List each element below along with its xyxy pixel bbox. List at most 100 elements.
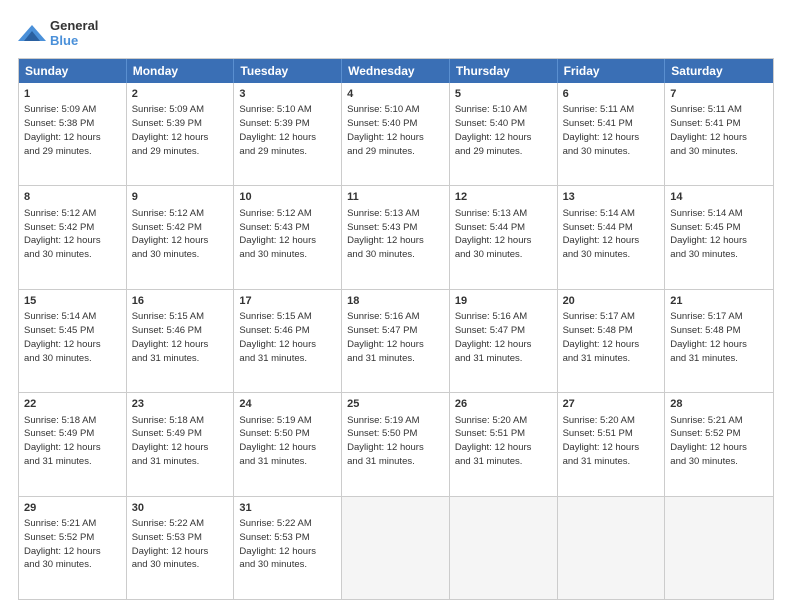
calendar-cell: 17Sunrise: 5:15 AM Sunset: 5:46 PM Dayli…: [234, 290, 342, 392]
calendar-week-row: 8 Sunrise: 5:12 AM Sunset: 5:42 PM Daylig…: [19, 185, 773, 288]
calendar-cell: 2Sunrise: 5:09 AM Sunset: 5:39 PM Daylig…: [127, 83, 235, 185]
calendar-header-cell: Thursday: [450, 59, 558, 83]
header: General Blue: [18, 18, 774, 48]
cell-text: Sunrise: 5:12 AM Sunset: 5:42 PM Dayligh…: [132, 207, 229, 262]
day-number: 3: [239, 87, 336, 102]
calendar-cell: 29Sunrise: 5:21 AM Sunset: 5:52 PM Dayli…: [19, 497, 127, 599]
day-number: 9: [132, 190, 229, 205]
calendar-week-row: 1Sunrise: 5:09 AM Sunset: 5:38 PM Daylig…: [19, 83, 773, 185]
calendar-header-cell: Friday: [558, 59, 666, 83]
calendar-cell: 11 Sunrise: 5:13 AM Sunset: 5:43 PM Dayli…: [342, 186, 450, 288]
day-number: 30: [132, 501, 229, 516]
calendar-cell: [342, 497, 450, 599]
cell-text: Sunrise: 5:19 AM Sunset: 5:50 PM Dayligh…: [239, 414, 336, 469]
cell-text: Sunrise: 5:21 AM Sunset: 5:52 PM Dayligh…: [24, 517, 121, 572]
calendar-cell: 25 Sunrise: 5:19 AM Sunset: 5:50 PM Dayli…: [342, 393, 450, 495]
day-number: 21: [670, 294, 768, 309]
cell-text: Sunrise: 5:18 AM Sunset: 5:49 PM Dayligh…: [24, 414, 121, 469]
calendar-cell: 1Sunrise: 5:09 AM Sunset: 5:38 PM Daylig…: [19, 83, 127, 185]
day-number: 7: [670, 87, 768, 102]
cell-text: Sunrise: 5:10 AM Sunset: 5:39 PM Dayligh…: [239, 103, 336, 158]
calendar-cell: 30Sunrise: 5:22 AM Sunset: 5:53 PM Dayli…: [127, 497, 235, 599]
cell-text: Sunrise: 5:20 AM Sunset: 5:51 PM Dayligh…: [563, 414, 660, 469]
cell-text: Sunrise: 5:10 AM Sunset: 5:40 PM Dayligh…: [347, 103, 444, 158]
calendar-cell: 16Sunrise: 5:15 AM Sunset: 5:46 PM Dayli…: [127, 290, 235, 392]
page: General Blue SundayMondayTuesdayWednesda…: [0, 0, 792, 612]
calendar-header-row: SundayMondayTuesdayWednesdayThursdayFrid…: [19, 59, 773, 83]
cell-text: Sunrise: 5:10 AM Sunset: 5:40 PM Dayligh…: [455, 103, 552, 158]
cell-text: Sunrise: 5:14 AM Sunset: 5:45 PM Dayligh…: [24, 310, 121, 365]
day-number: 13: [563, 190, 660, 205]
calendar-cell: [450, 497, 558, 599]
calendar-cell: [558, 497, 666, 599]
day-number: 10: [239, 190, 336, 205]
cell-text: Sunrise: 5:16 AM Sunset: 5:47 PM Dayligh…: [455, 310, 552, 365]
logo-icon: [18, 21, 46, 45]
day-number: 29: [24, 501, 121, 516]
cell-text: Sunrise: 5:20 AM Sunset: 5:51 PM Dayligh…: [455, 414, 552, 469]
calendar-cell: 20Sunrise: 5:17 AM Sunset: 5:48 PM Dayli…: [558, 290, 666, 392]
calendar-cell: [665, 497, 773, 599]
calendar-cell: 8Sunrise: 5:12 AM Sunset: 5:42 PM Daylig…: [19, 186, 127, 288]
day-number: 27: [563, 397, 660, 412]
day-number: 28: [670, 397, 768, 412]
cell-text: Sunrise: 5:22 AM Sunset: 5:53 PM Dayligh…: [132, 517, 229, 572]
calendar-cell: 28Sunrise: 5:21 AM Sunset: 5:52 PM Dayli…: [665, 393, 773, 495]
day-number: 22: [24, 397, 121, 412]
calendar-cell: 9 Sunrise: 5:12 AM Sunset: 5:42 PM Daylig…: [127, 186, 235, 288]
cell-text: Sunrise: 5:22 AM Sunset: 5:53 PM Dayligh…: [239, 517, 336, 572]
day-number: 1: [24, 87, 121, 102]
cell-text: Sunrise: 5:13 AM Sunset: 5:44 PM Dayligh…: [455, 207, 552, 262]
calendar-cell: 23Sunrise: 5:18 AM Sunset: 5:49 PM Dayli…: [127, 393, 235, 495]
calendar: SundayMondayTuesdayWednesdayThursdayFrid…: [18, 58, 774, 600]
day-number: 20: [563, 294, 660, 309]
cell-text: Sunrise: 5:09 AM Sunset: 5:38 PM Dayligh…: [24, 103, 121, 158]
day-number: 12: [455, 190, 552, 205]
cell-text: Sunrise: 5:13 AM Sunset: 5:43 PM Dayligh…: [347, 207, 444, 262]
day-number: 4: [347, 87, 444, 102]
calendar-cell: 6Sunrise: 5:11 AM Sunset: 5:41 PM Daylig…: [558, 83, 666, 185]
day-number: 14: [670, 190, 768, 205]
day-number: 18: [347, 294, 444, 309]
calendar-body: 1Sunrise: 5:09 AM Sunset: 5:38 PM Daylig…: [19, 83, 773, 599]
day-number: 2: [132, 87, 229, 102]
calendar-cell: 7Sunrise: 5:11 AM Sunset: 5:41 PM Daylig…: [665, 83, 773, 185]
cell-text: Sunrise: 5:15 AM Sunset: 5:46 PM Dayligh…: [239, 310, 336, 365]
calendar-cell: 26 Sunrise: 5:20 AM Sunset: 5:51 PM Dayli…: [450, 393, 558, 495]
day-number: 5: [455, 87, 552, 102]
day-number: 26: [455, 397, 552, 412]
calendar-cell: 19Sunrise: 5:16 AM Sunset: 5:47 PM Dayli…: [450, 290, 558, 392]
calendar-week-row: 22 Sunrise: 5:18 AM Sunset: 5:49 PM Dayli…: [19, 392, 773, 495]
calendar-cell: 18Sunrise: 5:16 AM Sunset: 5:47 PM Dayli…: [342, 290, 450, 392]
day-number: 6: [563, 87, 660, 102]
cell-text: Sunrise: 5:16 AM Sunset: 5:47 PM Dayligh…: [347, 310, 444, 365]
day-number: 8: [24, 190, 121, 205]
calendar-header-cell: Saturday: [665, 59, 773, 83]
day-number: 24: [239, 397, 336, 412]
cell-text: Sunrise: 5:17 AM Sunset: 5:48 PM Dayligh…: [563, 310, 660, 365]
calendar-cell: 12 Sunrise: 5:13 AM Sunset: 5:44 PM Dayli…: [450, 186, 558, 288]
calendar-header-cell: Wednesday: [342, 59, 450, 83]
calendar-cell: 5Sunrise: 5:10 AM Sunset: 5:40 PM Daylig…: [450, 83, 558, 185]
cell-text: Sunrise: 5:14 AM Sunset: 5:44 PM Dayligh…: [563, 207, 660, 262]
cell-text: Sunrise: 5:19 AM Sunset: 5:50 PM Dayligh…: [347, 414, 444, 469]
day-number: 19: [455, 294, 552, 309]
calendar-header-cell: Monday: [127, 59, 235, 83]
cell-text: Sunrise: 5:12 AM Sunset: 5:43 PM Dayligh…: [239, 207, 336, 262]
day-number: 25: [347, 397, 444, 412]
calendar-cell: 31Sunrise: 5:22 AM Sunset: 5:53 PM Dayli…: [234, 497, 342, 599]
calendar-header-cell: Tuesday: [234, 59, 342, 83]
calendar-week-row: 15Sunrise: 5:14 AM Sunset: 5:45 PM Dayli…: [19, 289, 773, 392]
calendar-cell: 21Sunrise: 5:17 AM Sunset: 5:48 PM Dayli…: [665, 290, 773, 392]
cell-text: Sunrise: 5:18 AM Sunset: 5:49 PM Dayligh…: [132, 414, 229, 469]
calendar-header-cell: Sunday: [19, 59, 127, 83]
logo: General Blue: [18, 18, 98, 48]
cell-text: Sunrise: 5:11 AM Sunset: 5:41 PM Dayligh…: [670, 103, 768, 158]
calendar-cell: 13 Sunrise: 5:14 AM Sunset: 5:44 PM Dayli…: [558, 186, 666, 288]
day-number: 15: [24, 294, 121, 309]
calendar-week-row: 29Sunrise: 5:21 AM Sunset: 5:52 PM Dayli…: [19, 496, 773, 599]
day-number: 11: [347, 190, 444, 205]
calendar-cell: 3Sunrise: 5:10 AM Sunset: 5:39 PM Daylig…: [234, 83, 342, 185]
cell-text: Sunrise: 5:14 AM Sunset: 5:45 PM Dayligh…: [670, 207, 768, 262]
calendar-cell: 10 Sunrise: 5:12 AM Sunset: 5:43 PM Dayli…: [234, 186, 342, 288]
